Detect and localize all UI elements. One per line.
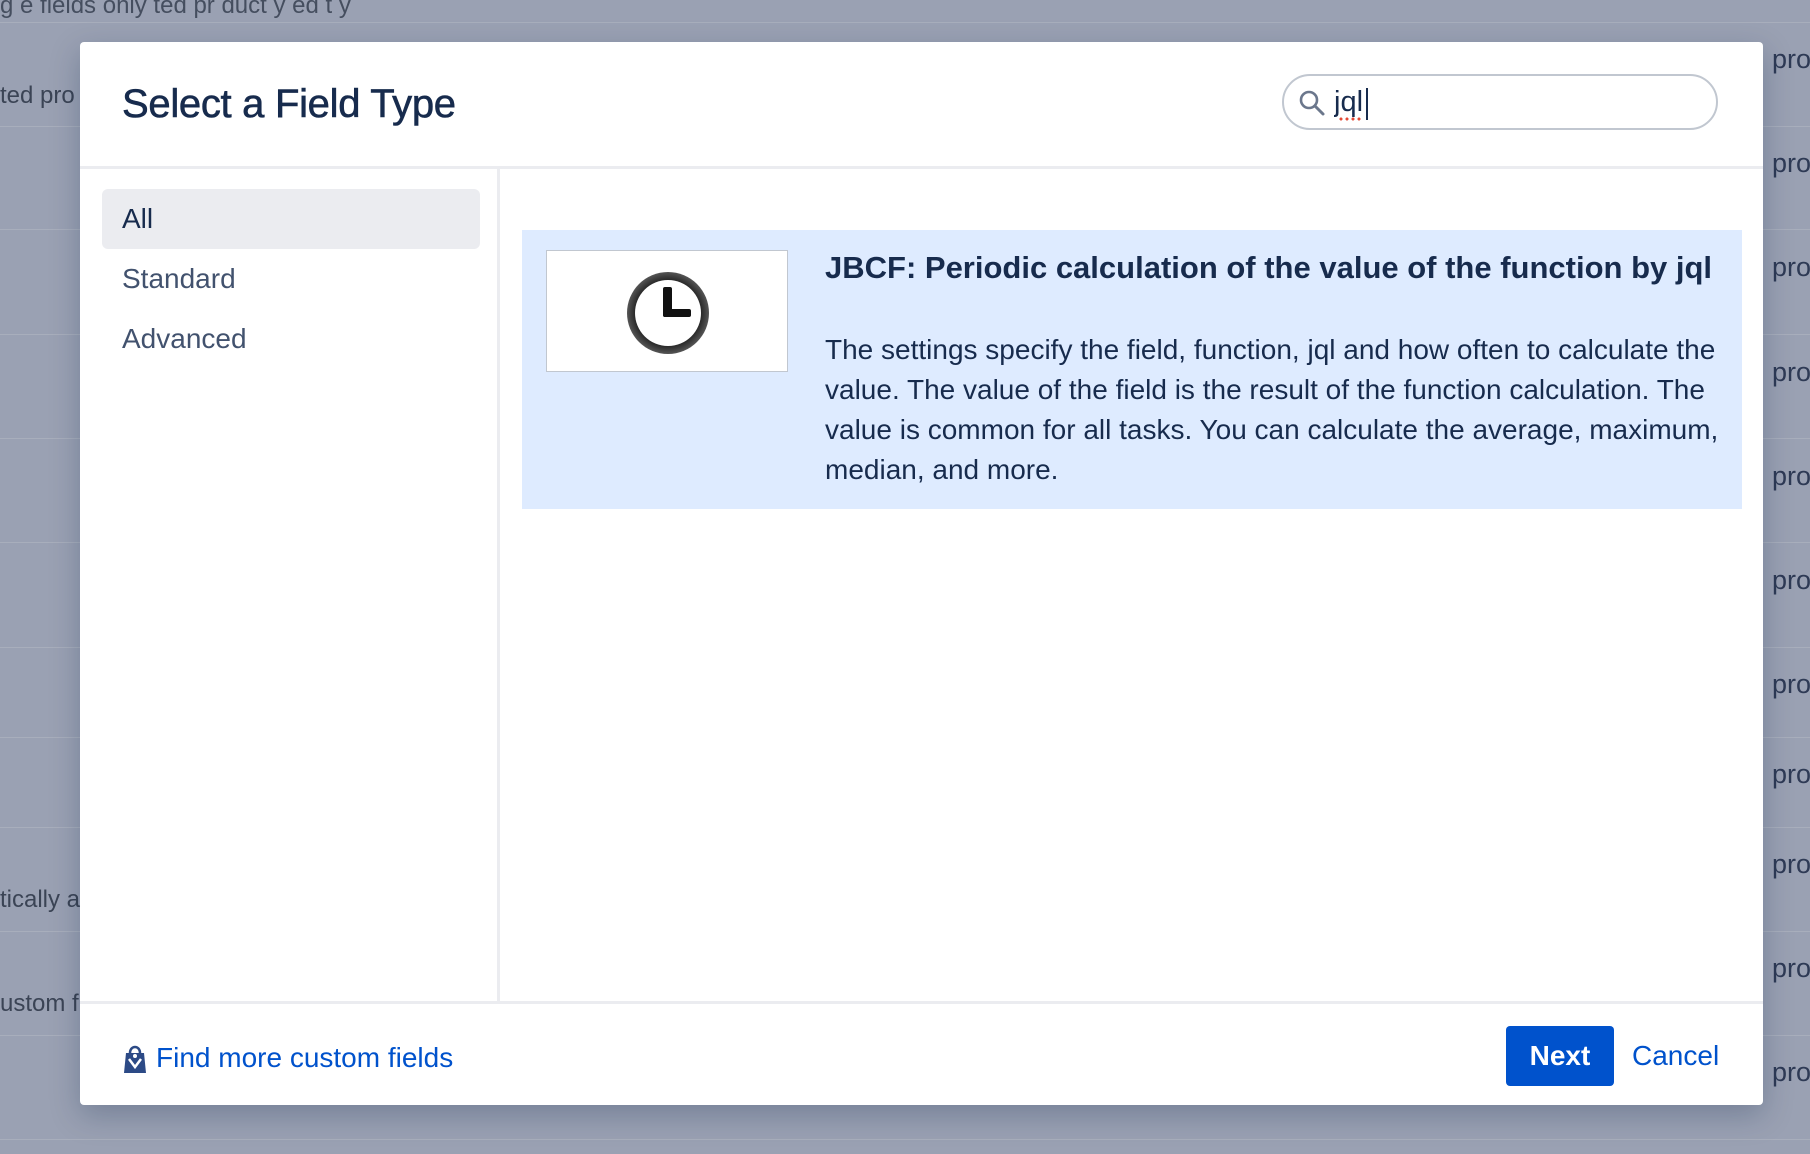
find-more-custom-fields-link[interactable]: Find more custom fields xyxy=(122,1038,453,1078)
dialog-title: Select a Field Type xyxy=(122,82,457,127)
background-cell-text: ustom f xyxy=(0,990,79,1017)
background-row-divider xyxy=(0,1139,1810,1140)
sidebar-item-standard[interactable]: Standard xyxy=(102,249,480,309)
background-cell-text: pro xyxy=(1772,953,1810,983)
background-cell-text: tically a xyxy=(0,886,81,913)
background-cell-text: pro xyxy=(1772,252,1810,282)
dialog-header: Select a Field Type xyxy=(80,42,1763,169)
marketplace-bag-icon xyxy=(124,1045,146,1073)
search-icon xyxy=(1299,90,1325,116)
search-box[interactable] xyxy=(1282,74,1718,130)
select-field-type-dialog: Select a Field Type All Standard Advance… xyxy=(80,42,1763,1105)
background-cell-text: pro xyxy=(1772,565,1810,595)
cancel-button[interactable]: Cancel xyxy=(1632,1026,1719,1086)
search-input[interactable] xyxy=(1334,82,1694,122)
background-top-text: g e fields only ted pr duct y ed t y xyxy=(0,0,351,19)
background-cell-text: pro xyxy=(1772,357,1810,387)
field-type-title: JBCF: Periodic calculation of the value … xyxy=(825,250,1713,285)
field-type-option[interactable]: JBCF: Periodic calculation of the value … xyxy=(522,230,1742,509)
find-more-label: Find more custom fields xyxy=(156,1042,454,1073)
text-caret xyxy=(1366,88,1368,120)
field-type-categories: All Standard Advanced xyxy=(80,169,500,1001)
field-type-thumbnail xyxy=(546,250,788,372)
field-type-results: JBCF: Periodic calculation of the value … xyxy=(503,169,1763,1001)
background-cell-text: pro xyxy=(1772,1057,1810,1087)
field-type-description: The settings specify the field, function… xyxy=(825,334,1719,485)
background-row-divider xyxy=(0,22,1810,23)
background-cell-text: pro xyxy=(1772,759,1810,789)
background-cell-text: pro xyxy=(1772,669,1810,699)
background-cell-text: pro xyxy=(1772,849,1810,879)
sidebar-item-all[interactable]: All xyxy=(102,189,480,249)
sidebar-item-advanced[interactable]: Advanced xyxy=(102,309,480,369)
clock-icon xyxy=(627,272,709,354)
background-cell-text: pro xyxy=(1772,148,1810,178)
dialog-footer: Find more custom fields Next Cancel xyxy=(80,1001,1763,1105)
background-cell-text: pro xyxy=(1772,44,1810,74)
spellcheck-underline xyxy=(1338,117,1362,121)
next-button[interactable]: Next xyxy=(1506,1026,1614,1086)
background-cell-text: ted pro xyxy=(0,82,75,109)
background-cell-text: pro xyxy=(1772,461,1810,491)
